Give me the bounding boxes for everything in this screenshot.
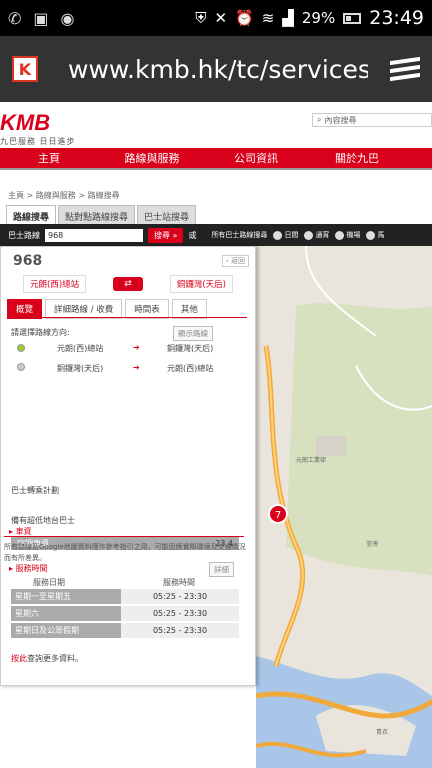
nav-about[interactable]: 關於九巴 — [306, 148, 408, 168]
footer-divider — [4, 536, 244, 537]
route-search-bar: 巴士路線 968 搜尋 » 或 所有巴士路線搜尋 日間 通宵 機場 馬 — [0, 224, 432, 246]
tab-divider — [7, 317, 247, 318]
origin-stop[interactable]: 元朗(西)總站 — [23, 275, 87, 293]
fare-title-text: 車資 — [15, 527, 32, 536]
option-day[interactable]: 日間 — [273, 230, 298, 240]
destination-stop[interactable]: 銅鑼灣(天后) — [169, 275, 233, 293]
dir2-from: 銅鑼灣(天后) — [57, 364, 104, 373]
col-day-header: 服務日期 — [33, 578, 65, 587]
logo-slogan: 九巴服務 日日進步 — [0, 137, 76, 146]
back-button[interactable]: ‹ 返回 — [221, 255, 249, 267]
map-marker-label: 7 — [275, 510, 281, 521]
notification-icon: ◉ — [60, 8, 75, 28]
option-more[interactable]: 馬 — [366, 230, 384, 240]
service-time: 05:25 - 23:30 — [121, 606, 239, 621]
mute-icon: ✕ — [214, 9, 228, 27]
site-search-input[interactable]: ⌕ 內容搜尋 — [312, 113, 432, 127]
swap-direction-icon[interactable]: ⇄ — [113, 277, 143, 291]
show-route-button[interactable]: 顯示路線 — [173, 326, 213, 341]
map-label-industrial: 元朗工業邨 — [296, 456, 326, 464]
search-button[interactable]: 搜尋 » — [148, 227, 184, 243]
status-bar: ✆ ▣ ◉ ⛨ ✕ ⏰ ≋ ▟ 29% 23:49 — [0, 0, 432, 36]
all-routes-label: 所有巴士路線搜尋 — [211, 231, 268, 239]
nav-company[interactable]: 公司資訊 — [206, 148, 306, 168]
nav-routes[interactable]: 路線與服務 — [98, 148, 206, 168]
direction-radio-1[interactable] — [17, 344, 25, 352]
interchange-text: 巴士轉乘計劃 — [11, 486, 59, 495]
browser-url-bar: K www.kmb.hk/tc/services/. — [0, 36, 432, 102]
tab-timetable[interactable]: 時間表 — [125, 299, 169, 319]
nav-home[interactable]: 主頁 — [0, 148, 98, 168]
route-label: 巴士路線 — [8, 230, 40, 240]
tab-other[interactable]: 其他 — [171, 299, 207, 319]
hours-title: ▸ 服務時間 — [9, 564, 48, 573]
route-info-panel: 968 ‹ 返回 元朗(西)總站 ⇄ 銅鑼灣(天后) 概覽 詳細路線 / 收費 … — [0, 246, 256, 686]
url-text[interactable]: www.kmb.hk/tc/services/. — [68, 55, 368, 84]
table-row: 星期一至星期五 05:25 - 23:30 — [11, 589, 239, 604]
option-airport[interactable]: 機場 — [335, 230, 360, 240]
battery-icon — [343, 12, 362, 24]
select-direction-label: 請選擇路線方向: — [11, 328, 70, 337]
route-direction-bar: 元朗(西)總站 ⇄ 銅鑼灣(天后) — [23, 275, 233, 293]
service-time: 05:25 - 23:30 — [121, 589, 239, 604]
disclaimer: 所有路線及Google地圖資料僅作參考指引之用，可能因應實際環境及交通情況而有所… — [4, 543, 246, 562]
arrow-icon: ➔ — [133, 343, 140, 352]
or-label: 或 — [188, 230, 197, 240]
kmb-logo[interactable]: KMB 九巴服務 日日進步 — [0, 110, 80, 146]
col-time-header: 服務時間 — [163, 578, 195, 587]
site-favicon-icon: K — [12, 56, 38, 82]
table-row: 星期日及公眾假期 05:25 - 23:30 — [11, 623, 239, 638]
more-link[interactable]: 按此 — [11, 654, 27, 663]
kmb-website: KMB 九巴服務 日日進步 ⌕ 內容搜尋 主頁 路線與服務 公司資訊 關於九巴 … — [0, 102, 432, 768]
clock: 23:49 — [369, 7, 424, 29]
service-day: 星期日及公眾假期 — [11, 623, 121, 638]
service-day: 星期一至星期五 — [11, 589, 121, 604]
whatsapp-icon: ✆ — [8, 8, 22, 28]
map-canvas: 7 元朗工業邨 青衣 荃灣 — [256, 246, 432, 768]
alarm-icon: ⏰ — [235, 9, 254, 27]
dir1-to: 銅鑼灣(天后) — [167, 344, 214, 353]
wifi-icon: ≋ — [261, 9, 275, 27]
map-label-tsuenwan: 荃灣 — [366, 540, 378, 548]
panel-tabs: 概覽 詳細路線 / 收費 時間表 其他 — [7, 299, 207, 319]
option-night[interactable]: 通宵 — [304, 230, 329, 240]
route-number: 968 — [13, 253, 43, 269]
breadcrumb: 主頁 > 路線與服務 > 路線搜尋 — [8, 191, 120, 200]
search-icon: ⌕ — [317, 115, 322, 124]
detail-button[interactable]: 詳細 — [209, 562, 234, 577]
browser-menu-icon[interactable] — [390, 55, 420, 83]
search-placeholder: 內容搜尋 — [324, 115, 357, 125]
route-map[interactable]: 7 元朗工業邨 青衣 荃灣 — [256, 246, 432, 768]
low-floor-text: 備有超低地台巴士 — [11, 516, 75, 525]
bluetooth-icon: ⛨ — [195, 9, 207, 27]
battery-percent: 29% — [301, 9, 336, 27]
arrow-icon: ➔ — [133, 363, 140, 372]
message-icon: ▣ — [33, 8, 49, 28]
route-input[interactable]: 968 — [45, 228, 143, 242]
dir2-to: 元朗(西)總站 — [167, 364, 214, 373]
map-label-tsingyi: 青衣 — [376, 728, 388, 736]
main-nav: 主頁 路線與服務 公司資訊 關於九巴 — [0, 148, 432, 170]
service-day: 星期六 — [11, 606, 121, 621]
direction-radio-2[interactable] — [17, 363, 25, 371]
more-text: 查詢更多資料。 — [27, 654, 83, 663]
service-time: 05:25 - 23:30 — [121, 623, 239, 638]
more-info: 按此查詢更多資料。 — [11, 653, 83, 664]
table-row: 星期六 05:25 - 23:30 — [11, 606, 239, 621]
logo-text: KMB — [0, 110, 51, 135]
hours-title-text: 服務時間 — [15, 564, 48, 573]
signal-icon: ▟ — [282, 9, 294, 27]
dir1-from: 元朗(西)總站 — [57, 344, 104, 353]
tab-overview[interactable]: 概覽 — [7, 299, 43, 319]
tab-route-detail[interactable]: 詳細路線 / 收費 — [45, 299, 123, 319]
